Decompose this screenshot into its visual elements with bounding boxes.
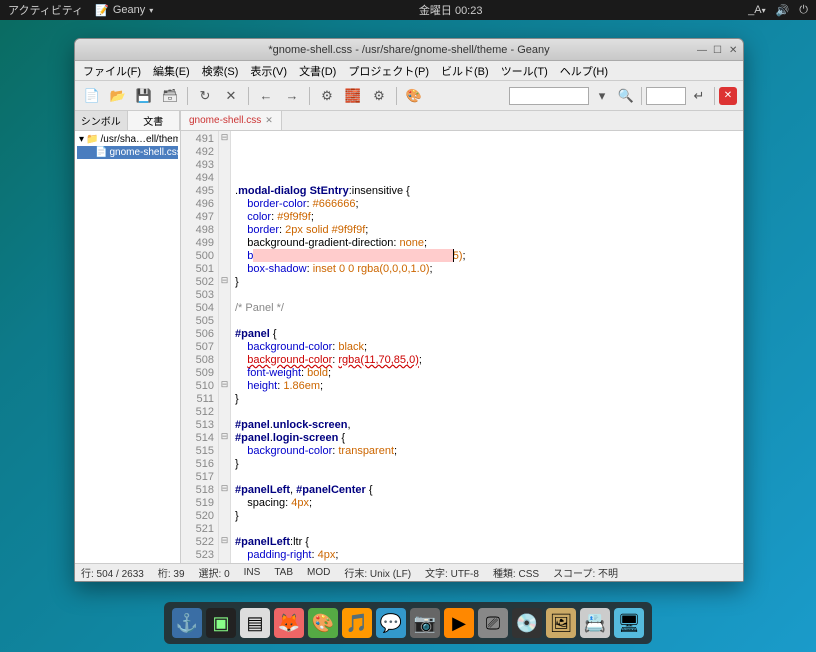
separator [187,87,188,105]
dock-screenshot-icon[interactable]: 📷 [410,608,440,638]
search-dropdown-icon[interactable]: ▾ [591,85,613,107]
compile-icon[interactable]: ⚙ [316,85,338,107]
dock-anchor-icon[interactable]: ⚓ [172,608,202,638]
status-eol: 行末: Unix (LF) [344,565,411,580]
status-filetype: 種類: CSS [493,565,539,580]
dock-chat-icon[interactable]: 💬 [376,608,406,638]
close-file-icon[interactable]: ✕ [220,85,242,107]
clock[interactable]: 金曜日 00:23 [153,2,748,18]
cursor [453,249,454,262]
color-picker-icon[interactable]: 🎨 [403,85,425,107]
code-body[interactable]: .modal-dialog StEntry:insensitive { bord… [231,131,743,563]
save-file-icon[interactable]: 💾 [133,85,155,107]
toolbar: 📄 📂 💾 🗃 ↻ ✕ ← → ⚙ 🧱 ⚙ 🎨 ▾ 🔍 ↵ ✕ [75,81,743,111]
build-icon[interactable]: 🧱 [342,85,364,107]
minimize-button[interactable]: — [697,45,707,55]
app-menu[interactable]: 📝Geany [95,2,153,18]
goto-line-input[interactable] [646,87,686,105]
statusbar: 行: 504 / 2633 桁: 39 選択: 0 INS TAB MOD 行末… [75,563,743,581]
code-editor[interactable]: 4914924934944954964974984995005015025035… [181,131,743,563]
tree-file[interactable]: 📄gnome-shell.css [77,146,178,159]
geany-window: *gnome-shell.css - /usr/share/gnome-shel… [74,38,744,582]
power-icon[interactable]: ⏻ [799,4,808,17]
separator [309,87,310,105]
menu-build[interactable]: ビルド(B) [437,61,493,81]
line-highlight [253,249,453,262]
status-tab: TAB [274,567,293,578]
open-file-icon[interactable]: 📂 [107,85,129,107]
menu-edit[interactable]: 編集(E) [149,61,194,81]
separator [396,87,397,105]
status-line: 行: 504 / 2633 [81,565,144,580]
folder-icon: 📁 [86,134,98,145]
dock-files-icon[interactable]: ▤ [240,608,270,638]
separator [641,87,642,105]
status-scope: スコープ: 不明 [553,565,618,580]
menu-view[interactable]: 表示(V) [246,61,291,81]
sidebar-tab-symbols[interactable]: シンボル [75,111,128,130]
sidebar: シンボル 文書 ▾📁/usr/sha…ell/theme 📄gnome-shel… [75,111,181,563]
status-sel: 選択: 0 [199,565,230,580]
menu-search[interactable]: 検索(S) [198,61,243,81]
window-title: *gnome-shell.css - /usr/share/gnome-shel… [268,44,549,56]
line-gutter: 4914924934944954964974984995005015025035… [181,131,219,563]
dock: ⚓ ▣ ▤ 🦊 🎨 🎵 💬 📷 ▶ ⎚ 💿 🖼 📇 🖥 [164,602,652,644]
dock-firefox-icon[interactable]: 🦊 [274,608,304,638]
tab-close-icon[interactable]: ✕ [265,115,273,126]
dock-music-icon[interactable]: 🎵 [342,608,372,638]
editor-area: gnome-shell.css✕ 49149249349449549649749… [181,111,743,563]
geany-icon: 📝 [95,4,109,17]
dock-mixer-icon[interactable]: ⎚ [478,608,508,638]
dock-terminal-icon[interactable]: ▣ [206,608,236,638]
input-method-indicator[interactable]: _A [748,4,765,16]
volume-icon[interactable]: 🔊 [776,4,790,17]
dock-app-icon[interactable]: 📇 [580,608,610,638]
file-icon: 📄 [95,147,107,158]
status-enc: 文字: UTF-8 [425,565,479,580]
separator [714,87,715,105]
menu-document[interactable]: 文書(D) [295,61,340,81]
tree-folder[interactable]: ▾📁/usr/sha…ell/theme [77,133,178,146]
status-col: 桁: 39 [158,565,185,580]
menu-help[interactable]: ヘルプ(H) [556,61,612,81]
save-all-icon[interactable]: 🗃 [159,85,181,107]
new-file-icon[interactable]: 📄 [81,85,103,107]
execute-icon[interactable]: ⚙ [368,85,390,107]
gnome-top-bar: アクティビティ 📝Geany 金曜日 00:23 _A 🔊 ⏻ [0,0,816,20]
expand-icon: ▾ [79,134,84,145]
status-mod: MOD [307,567,330,578]
reload-icon[interactable]: ↻ [194,85,216,107]
goto-line-icon[interactable]: ↵ [688,85,710,107]
dock-disc-icon[interactable]: 💿 [512,608,542,638]
menu-project[interactable]: プロジェクト(P) [344,61,433,81]
dock-gimp-icon[interactable]: 🎨 [308,608,338,638]
editor-tab[interactable]: gnome-shell.css✕ [181,111,282,130]
search-icon[interactable]: 🔍 [615,85,637,107]
separator [248,87,249,105]
close-button[interactable]: ✕ [729,45,739,55]
dock-monitor-icon[interactable]: 🖥 [614,608,644,638]
dock-vlc-icon[interactable]: ▶ [444,608,474,638]
titlebar[interactable]: *gnome-shell.css - /usr/share/gnome-shel… [75,39,743,61]
fold-gutter[interactable]: ⊟⊟⊟⊟⊟⊟⊟ [219,131,231,563]
menu-file[interactable]: ファイル(F) [79,61,145,81]
nav-back-icon[interactable]: ← [255,85,277,107]
maximize-button[interactable]: ☐ [713,45,723,55]
sidebar-tab-documents[interactable]: 文書 [128,111,181,130]
activities-button[interactable]: アクティビティ [8,2,83,18]
status-ins: INS [244,567,261,578]
menu-tools[interactable]: ツール(T) [497,61,552,81]
quit-icon[interactable]: ✕ [719,87,737,105]
search-input[interactable] [509,87,589,105]
dock-image-icon[interactable]: 🖼 [546,608,576,638]
menubar: ファイル(F) 編集(E) 検索(S) 表示(V) 文書(D) プロジェクト(P… [75,61,743,81]
nav-forward-icon[interactable]: → [281,85,303,107]
